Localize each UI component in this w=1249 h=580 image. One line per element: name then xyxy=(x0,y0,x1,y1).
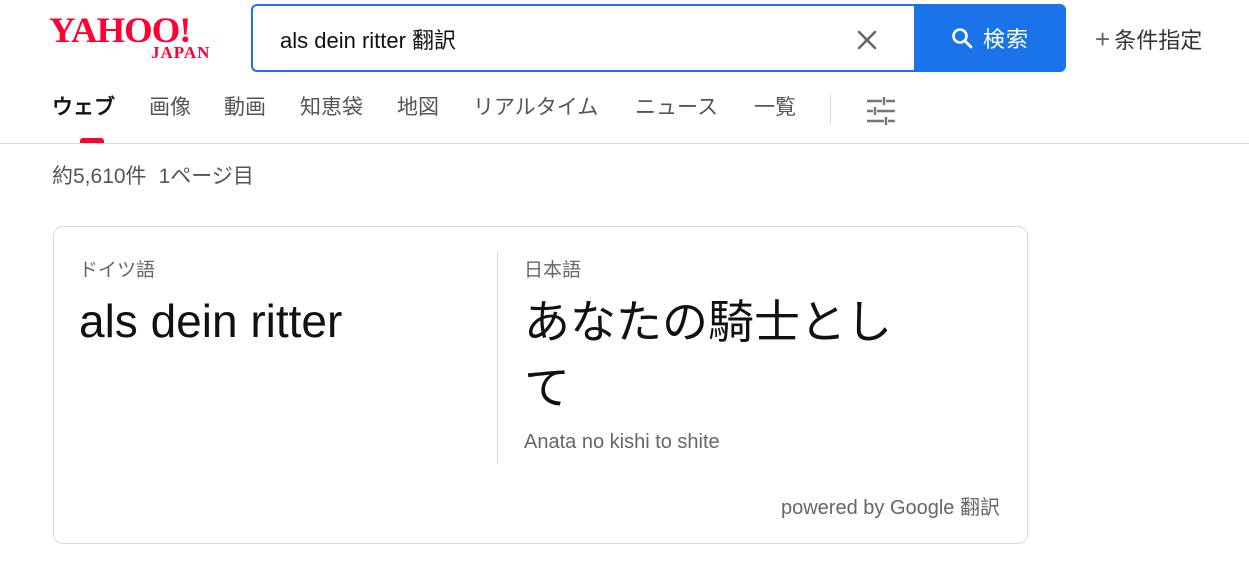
active-tab-indicator xyxy=(80,138,104,143)
translation-card: ドイツ語 als dein ritter 日本語 あなたの騎士として Anata… xyxy=(53,226,1028,544)
close-icon xyxy=(857,30,877,50)
search-input[interactable] xyxy=(280,20,840,58)
search-box xyxy=(251,4,915,72)
tab-maps[interactable]: 地図 xyxy=(397,94,439,122)
yahoo-japan-logo[interactable]: YAHOO! JAPAN xyxy=(49,12,227,62)
advanced-search-link[interactable]: + 条件指定 xyxy=(1095,24,1202,54)
search-button-label: 検索 xyxy=(982,27,1029,52)
source-language: ドイツ語 xyxy=(79,260,156,281)
sliders-icon[interactable] xyxy=(864,94,898,128)
card-divider xyxy=(497,252,498,464)
result-total: 約5,610件 xyxy=(52,165,147,188)
source-text: als dein ritter xyxy=(79,295,343,347)
romanization: Anata no kishi to shite xyxy=(524,431,720,453)
clear-search-button[interactable] xyxy=(847,20,887,60)
target-text: あなたの騎士として xyxy=(524,296,892,414)
tab-divider xyxy=(830,94,831,124)
header: YAHOO! JAPAN 検索 + 条件指定 xyxy=(0,0,1249,80)
tab-images[interactable]: 画像 xyxy=(149,94,191,122)
search-icon xyxy=(952,28,973,49)
logo-subtext: JAPAN xyxy=(151,43,211,62)
tab-realtime[interactable]: リアルタイム xyxy=(473,94,598,122)
tab-videos[interactable]: 動画 xyxy=(224,94,266,122)
powered-by-google-translate[interactable]: powered by Google 翻訳 xyxy=(781,491,1000,520)
tab-news[interactable]: ニュース xyxy=(635,94,718,122)
result-count: 約5,610件 1ページ目 xyxy=(52,160,254,190)
search-tabs: ウェブ 画像 動画 知恵袋 地図 リアルタイム ニュース 一覧 xyxy=(0,84,1249,144)
search-button[interactable]: 検索 xyxy=(914,4,1066,72)
advanced-search-label: 条件指定 xyxy=(1114,28,1203,53)
plus-icon: + xyxy=(1095,24,1111,54)
result-page: 1ページ目 xyxy=(158,165,254,188)
tab-list[interactable]: 一覧 xyxy=(754,94,796,122)
tab-web[interactable]: ウェブ xyxy=(52,94,115,122)
tab-chiebukuro[interactable]: 知恵袋 xyxy=(300,94,363,122)
target-language: 日本語 xyxy=(524,260,582,281)
